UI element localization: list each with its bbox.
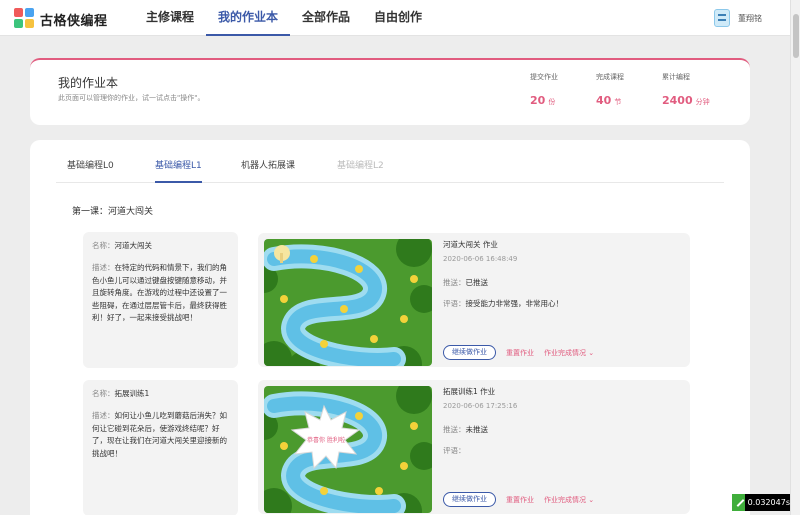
work-actions: 继续做作业 重置作业 作业完成情况 ⌄ [443, 492, 594, 507]
assignment-description-card: 名称：河道大闯关 描述：在特定的代码和情景下，我们的角色小鱼儿可以通过键盘按键随… [83, 232, 238, 368]
work-actions: 继续做作业 重置作业 作业完成情况 ⌄ [443, 345, 594, 360]
stat-unit: 分钟 [695, 98, 710, 106]
continue-homework-button[interactable]: 继续做作业 [443, 492, 496, 507]
tab-basic-l2: 基础编程L2 [337, 161, 384, 171]
victory-badge-text: 恭喜你 胜利啦 [307, 436, 345, 444]
nav-item-all-works[interactable]: 全部作品 [290, 0, 362, 36]
username: 董翔铭 [738, 13, 762, 23]
lesson-title: 第一课：河道大闯关 [72, 207, 154, 217]
chevron-down-icon: ⌄ [588, 348, 595, 357]
logo-icon [14, 8, 36, 30]
game-thumbnail[interactable] [264, 239, 432, 366]
logo-text: 古格侠编程 [40, 13, 108, 29]
top-nav-bar: 古格侠编程 主修课程 我的作业本 全部作品 自由创作 董翔铭 [0, 0, 790, 36]
course-panel: 基础编程L0 基础编程L1 机器人拓展课 基础编程L2 第一课：河道大闯关 名称… [30, 140, 750, 515]
reset-homework-link[interactable]: 重置作业 [506, 495, 534, 505]
push-status: 推送：已推送 [443, 278, 488, 287]
work-info: 河道大闯关 作业 2020-06-06 16:48:49 推送：已推送 评语：接… [443, 239, 683, 309]
stat-label: 累计编程 [662, 73, 690, 81]
assignment-name: 名称：拓展训练1 [92, 389, 150, 398]
continue-homework-button[interactable]: 继续做作业 [443, 345, 496, 360]
push-status: 推送：未推送 [443, 425, 488, 434]
assignment-work-card: 恭喜你 胜利啦 拓展训练1 作业 2020-06-06 17:25:16 推送：… [258, 380, 690, 514]
teacher-comment: 评语： [443, 446, 466, 455]
nav-item-homework[interactable]: 我的作业本 [206, 0, 291, 36]
work-title: 拓展训练1 作业 [443, 387, 496, 396]
page-title: 我的作业本 [58, 76, 119, 90]
work-timestamp: 2020-06-06 16:48:49 [443, 255, 518, 263]
stat-submitted: 提交作业 20 份 [530, 72, 600, 108]
scroll-thumb[interactable] [793, 14, 799, 58]
tab-robot[interactable]: 机器人拓展课 [241, 156, 295, 183]
stat-unit: 份 [548, 98, 556, 106]
stat-minutes: 累计编程 2400 分钟 [662, 72, 732, 108]
stat-label: 完成课程 [596, 73, 624, 81]
teacher-comment: 评语：接受能力非常强，非常用心！ [443, 299, 563, 308]
main-nav: 主修课程 我的作业本 全部作品 自由创作 [134, 0, 434, 36]
render-timer-badge: 0.032047s [732, 494, 790, 511]
completion-status-link[interactable]: 作业完成情况 ⌄ [544, 495, 594, 505]
logo[interactable]: 古格侠编程 [14, 8, 108, 30]
nav-item-free-create[interactable]: 自由创作 [362, 0, 434, 36]
work-title: 河道大闯关 作业 [443, 240, 498, 249]
timer-text: 0.032047s [747, 498, 790, 507]
chevron-down-icon: ⌄ [588, 495, 595, 504]
assignment-name: 名称：河道大闯关 [92, 241, 152, 250]
stat-label: 提交作业 [530, 73, 558, 81]
course-tabs: 基础编程L0 基础编程L1 机器人拓展课 基础编程L2 [56, 156, 724, 183]
nav-item-courses[interactable]: 主修课程 [134, 0, 206, 36]
work-info: 拓展训练1 作业 2020-06-06 17:25:16 推送：未推送 评语： [443, 386, 683, 456]
stat-value: 40 [596, 94, 612, 107]
stat-completed: 完成课程 40 节 [596, 72, 666, 108]
game-thumbnail[interactable]: 恭喜你 胜利啦 [264, 386, 432, 513]
homework-summary-card: 我的作业本 此页面可以管理你的作业，试一试点击"操作"。 提交作业 20 份 完成… [30, 58, 750, 125]
assignment-description-card: 名称：拓展训练1 描述：如何让小鱼儿吃到蘑菇后消失？如何让它碰到花朵后，使游戏终… [83, 380, 238, 515]
reset-homework-link[interactable]: 重置作业 [506, 348, 534, 358]
user-menu[interactable]: 董翔铭 [714, 9, 762, 27]
work-timestamp: 2020-06-06 17:25:16 [443, 402, 518, 410]
stat-value: 2400 [662, 94, 693, 107]
assignment-description: 描述：如何让小鱼儿吃到蘑菇后消失？如何让它碰到花朵后，使游戏终结呢？好了，现在让… [92, 411, 227, 458]
tab-basic-l0[interactable]: 基础编程L0 [67, 156, 114, 183]
page-subtitle: 此页面可以管理你的作业，试一试点击"操作"。 [58, 94, 205, 102]
stat-unit: 节 [614, 98, 622, 106]
check-icon [732, 494, 745, 511]
page-scrollbar[interactable] [790, 0, 800, 515]
avatar-icon [714, 9, 730, 27]
stat-value: 20 [530, 94, 546, 107]
tab-basic-l1[interactable]: 基础编程L1 [155, 156, 202, 183]
completion-status-link[interactable]: 作业完成情况 ⌄ [544, 348, 594, 358]
assignment-description: 描述：在特定的代码和情景下，我们的角色小鱼儿可以通过键盘按键随意移动，并且旋转角… [92, 263, 227, 322]
assignment-work-card: 河道大闯关 作业 2020-06-06 16:48:49 推送：已推送 评语：接… [258, 233, 690, 367]
